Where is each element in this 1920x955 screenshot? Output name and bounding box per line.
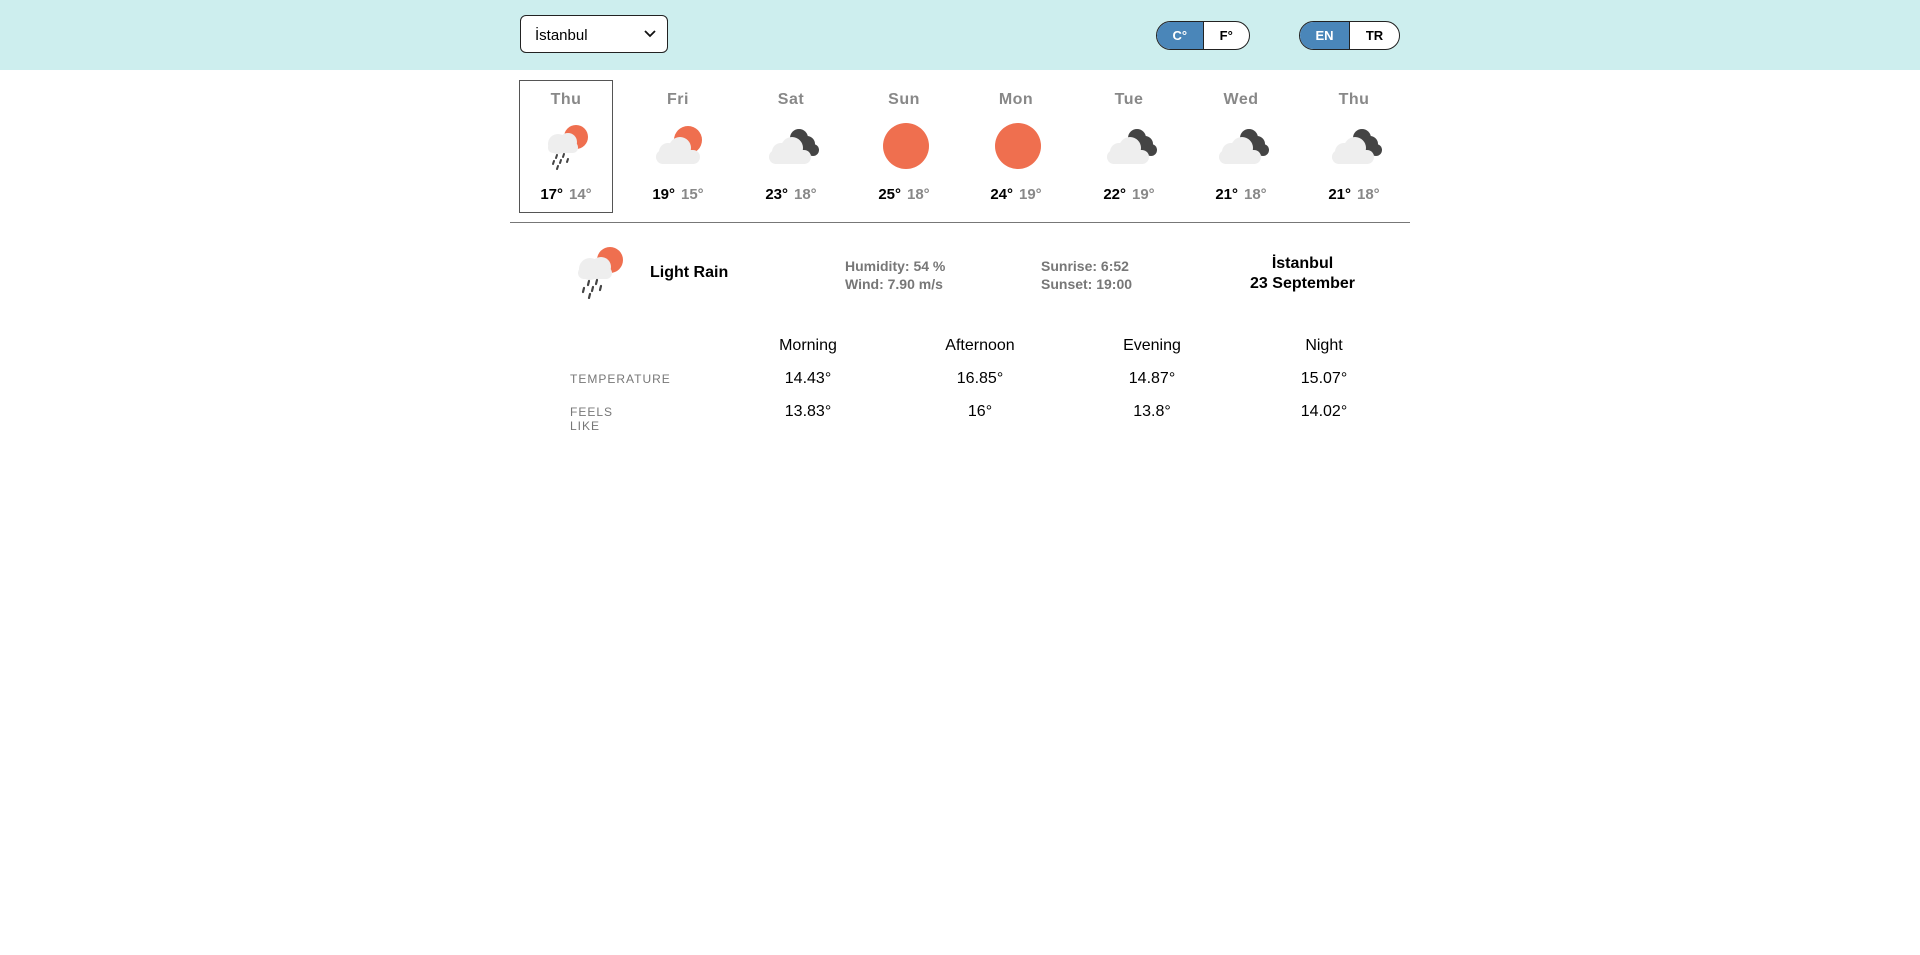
forecast-day[interactable]: Mon 24° 19° xyxy=(969,80,1063,213)
table-cell: 13.8° xyxy=(1133,403,1171,420)
temp-high: 17° xyxy=(540,186,563,203)
wind-text: Wind: 7.90 m/s xyxy=(845,276,943,292)
temp-high: 21° xyxy=(1215,186,1238,203)
sunrise-text: Sunrise: 6:52 xyxy=(1041,258,1129,274)
day-name: Tue xyxy=(1114,91,1144,108)
day-name: Mon xyxy=(998,91,1034,108)
forecast-day[interactable]: Thu 17° 14° xyxy=(519,80,613,213)
divider xyxy=(510,222,1410,223)
temp-low: 14° xyxy=(569,186,592,203)
temp-low: 18° xyxy=(1244,186,1267,203)
temp-high: 21° xyxy=(1328,186,1351,203)
row-label: TEMPERATURE xyxy=(570,372,671,386)
location-date: İstanbul 23 September xyxy=(1230,254,1375,294)
cloud-sun-icon xyxy=(652,120,708,170)
language-en-button[interactable]: EN xyxy=(1300,22,1349,49)
day-name: Sat xyxy=(777,91,805,108)
day-name: Thu xyxy=(1338,91,1370,108)
table-cell: 15.07° xyxy=(1300,370,1348,387)
sunset-text: Sunset: 19:00 xyxy=(1041,276,1133,292)
humidity-wind: Humidity: 54 % Wind: 7.90 m/s xyxy=(845,257,945,293)
forecast-day[interactable]: Fri 19° 15° xyxy=(631,80,725,213)
temp-high: 25° xyxy=(878,186,901,203)
temp-low: 15° xyxy=(681,186,704,203)
chevron-down-icon xyxy=(644,30,656,38)
table-cell: 14.02° xyxy=(1300,403,1348,420)
forecast-day[interactable]: Tue 22° 19° xyxy=(1082,80,1176,213)
table-cell: 13.83° xyxy=(784,403,832,420)
language-tr-button[interactable]: TR xyxy=(1349,22,1399,49)
temp-high: 19° xyxy=(652,186,675,203)
day-name: Fri xyxy=(667,91,689,108)
column-header: Morning xyxy=(779,337,837,354)
current-city: İstanbul xyxy=(1271,255,1334,272)
forecast-day[interactable]: Sat 23° 18° xyxy=(744,80,838,213)
temp-high: 24° xyxy=(990,186,1013,203)
dark-clouds-icon xyxy=(1215,120,1271,170)
top-bar: İstanbul C° F° EN TR xyxy=(0,0,1920,70)
column-header: Evening xyxy=(1123,337,1181,354)
current-description: Light Rain xyxy=(650,264,729,281)
column-header: Night xyxy=(1305,337,1343,354)
dark-clouds-icon xyxy=(765,120,821,170)
dark-clouds-icon xyxy=(1328,120,1384,170)
forecast-day[interactable]: Thu 21° 18° xyxy=(1307,80,1401,213)
forecast-day[interactable]: Sun 25° 18° xyxy=(857,80,951,213)
temp-low: 19° xyxy=(1132,186,1155,203)
unit-fahrenheit-button[interactable]: F° xyxy=(1202,22,1250,49)
light-rain-sun-icon xyxy=(540,120,596,170)
sun-times: Sunrise: 6:52 Sunset: 19:00 xyxy=(1041,257,1132,293)
day-name: Wed xyxy=(1223,91,1259,108)
current-date: 23 September xyxy=(1250,275,1355,292)
forecast-day[interactable]: Wed 21° 18° xyxy=(1194,80,1288,213)
light-rain-sun-icon xyxy=(570,243,630,300)
row-label: FEELS LIKE xyxy=(570,405,614,433)
temp-high: 23° xyxy=(765,186,788,203)
temp-low: 18° xyxy=(1357,186,1380,203)
city-select[interactable]: İstanbul xyxy=(520,15,668,53)
table-cell: 14.43° xyxy=(784,370,832,387)
table-cell: 16.85° xyxy=(956,370,1004,387)
unit-toggle: C° F° xyxy=(1156,21,1250,50)
humidity-text: Humidity: 54 % xyxy=(845,258,946,274)
column-header: Afternoon xyxy=(945,337,1015,354)
sun-icon xyxy=(990,120,1046,170)
day-name: Sun xyxy=(888,91,920,108)
sun-icon xyxy=(878,120,934,170)
city-select-value: İstanbul xyxy=(535,27,588,44)
temp-low: 19° xyxy=(1019,186,1042,203)
language-toggle: EN TR xyxy=(1299,21,1400,50)
day-name: Thu xyxy=(550,91,582,108)
table-cell: 14.87° xyxy=(1128,370,1176,387)
table-cell: 16° xyxy=(967,403,993,420)
temp-low: 18° xyxy=(794,186,817,203)
dark-clouds-icon xyxy=(1103,120,1159,170)
unit-celsius-button[interactable]: C° xyxy=(1157,22,1203,49)
temp-low: 18° xyxy=(907,186,930,203)
temp-high: 22° xyxy=(1103,186,1126,203)
